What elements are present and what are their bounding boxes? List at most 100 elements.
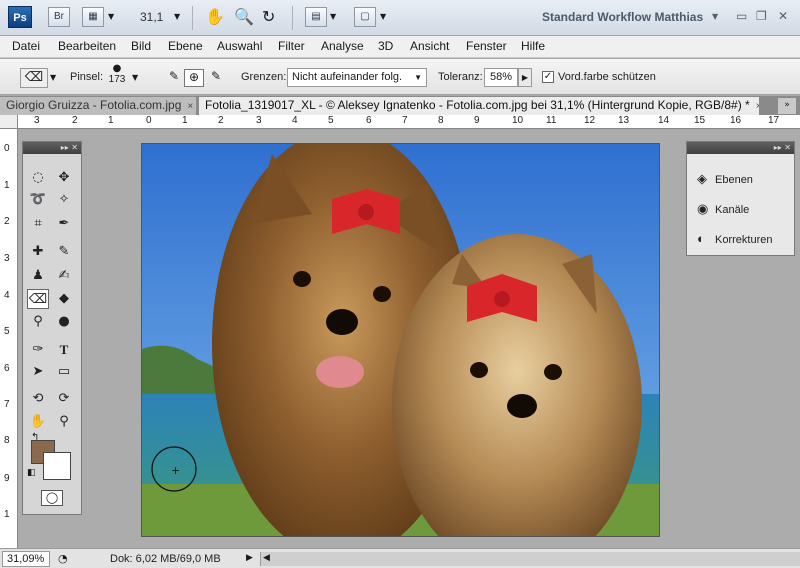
chevron-down-icon[interactable]: ▼	[132, 73, 138, 82]
restore-icon[interactable]: ❐	[756, 9, 767, 23]
ruler-tick-label: 10	[512, 115, 524, 126]
scroll-left-icon[interactable]: ◀	[263, 553, 270, 563]
menu-bild[interactable]: Bild	[131, 39, 151, 53]
menu-filter[interactable]: Filter	[278, 39, 305, 53]
tool-preset-picker[interactable]: ⌫	[20, 68, 48, 88]
menu-analyse[interactable]: Analyse	[321, 39, 364, 53]
crop-tool-icon[interactable]: ⌗	[27, 214, 49, 234]
tab-overflow-icon[interactable]: »	[778, 98, 796, 114]
horizontal-ruler[interactable]: 3 2 1 0 1 2 3 4 5 6 7 8 9 10 11 12 13 14 15 16 17	[18, 115, 800, 129]
ruler-tick-label: 14	[658, 115, 670, 126]
quick-mask-icon[interactable]: ◯	[41, 490, 63, 506]
status-icon[interactable]: ◔	[58, 552, 68, 565]
menu-ebene[interactable]: Ebene	[168, 39, 203, 53]
ruler-tick-label: 8	[4, 435, 10, 446]
bridge-button[interactable]: Br	[48, 7, 70, 27]
separator	[192, 6, 193, 30]
panel-item-channels[interactable]: ◉ Kanäle	[697, 199, 749, 219]
rotate-icon[interactable]: ↻	[262, 7, 275, 26]
switch-colors-icon[interactable]: ↰	[31, 432, 39, 443]
3d-rotate-tool-icon[interactable]: ⟲	[27, 389, 49, 409]
chevron-down-icon[interactable]: ▼	[380, 12, 386, 21]
menu-bearbeiten[interactable]: Bearbeiten	[58, 39, 116, 53]
type-tool-icon[interactable]: T	[53, 340, 75, 360]
panels-dock-header[interactable]: ▸▸ ✕	[687, 142, 794, 154]
chevron-down-icon[interactable]: ▼	[174, 12, 180, 21]
protect-foreground-checkbox[interactable]: ✓	[542, 71, 554, 83]
clone-stamp-tool-icon[interactable]: ♟	[27, 266, 49, 286]
film-icon[interactable]: ▦	[82, 7, 104, 27]
burn-tool-icon[interactable]: ●	[53, 312, 75, 332]
status-menu-arrow-icon[interactable]: ▶	[246, 553, 253, 563]
default-colors-icon[interactable]: ◧	[27, 468, 36, 478]
ruler-tick-label: 1	[4, 509, 10, 520]
panel-item-layers[interactable]: ◈ Ebenen	[697, 169, 753, 189]
hand-tool-icon[interactable]: ✋	[27, 412, 49, 432]
tolerance-label: Toleranz:	[438, 71, 483, 83]
close-icon[interactable]: ×	[187, 101, 193, 112]
menu-3d[interactable]: 3D	[378, 39, 393, 53]
workspace-switcher[interactable]: Standard Workflow Matthias	[542, 10, 703, 24]
healing-brush-tool-icon[interactable]: ✚	[27, 242, 49, 262]
menu-hilfe[interactable]: Hilfe	[521, 39, 545, 53]
hand-icon[interactable]: ✋	[205, 7, 225, 26]
arrange-icon[interactable]: ▤	[305, 7, 327, 27]
tolerance-slider-icon[interactable]: ▶	[518, 68, 532, 87]
menu-ansicht[interactable]: Ansicht	[410, 39, 449, 53]
close-icon[interactable]: ×	[756, 101, 759, 112]
zoom-icon[interactable]: 🔍	[234, 7, 254, 26]
magic-wand-tool-icon[interactable]: ✧	[53, 190, 75, 210]
menu-fenster[interactable]: Fenster	[466, 39, 507, 53]
zoom-level[interactable]: 31,1	[140, 10, 163, 24]
chevron-down-icon[interactable]: ▼	[108, 12, 114, 21]
menu-datei[interactable]: Datei	[12, 39, 40, 53]
minimize-icon[interactable]: ▭	[736, 9, 747, 23]
history-brush-tool-icon[interactable]: ✍	[53, 266, 75, 286]
menu-auswahl[interactable]: Auswahl	[217, 39, 262, 53]
sampling-once-icon[interactable]: ⊕	[184, 69, 204, 87]
ruler-tick-label: 11	[546, 115, 557, 126]
lasso-tool-icon[interactable]: ➰	[27, 190, 49, 210]
background-color-swatch[interactable]	[43, 452, 71, 480]
tab-label: Fotolia_1319017_XL - © Aleksey Ignatenko…	[205, 98, 750, 112]
sampling-continuous-icon[interactable]: ✎	[164, 69, 184, 87]
chevron-down-icon[interactable]: ▼	[330, 12, 336, 21]
panel-item-adjustments[interactable]: ◐ Korrekturen	[697, 229, 772, 249]
eyedropper-tool-icon[interactable]: ✒	[53, 214, 75, 234]
tolerance-input[interactable]: 58%	[484, 68, 518, 87]
document-canvas[interactable]: +	[141, 143, 660, 537]
ruler-tick-label: 7	[4, 399, 10, 410]
marquee-tool-icon[interactable]: ◌	[27, 168, 49, 188]
ruler-origin[interactable]	[0, 115, 18, 129]
paint-bucket-tool-icon[interactable]: ◆	[53, 289, 75, 309]
brush-tool-icon[interactable]: ✎	[53, 242, 75, 262]
screen-mode-icon[interactable]: ▢	[354, 7, 376, 27]
tab-label: Giorgio Gruizza - Fotolia.com.jpg	[6, 98, 182, 112]
ruler-tick-label: 15	[694, 115, 706, 126]
ruler-tick-label: 4	[4, 290, 10, 301]
tab-document-2[interactable]: Fotolia_1319017_XL - © Aleksey Ignatenko…	[199, 97, 759, 115]
status-bar: 31,09% ◔ Dok: 6,02 MB/69,0 MB ▶ ◀	[0, 548, 800, 568]
vertical-ruler[interactable]: 0 1 2 3 4 5 6 7 8 9 1	[0, 115, 18, 548]
tab-document-1[interactable]: Giorgio Gruizza - Fotolia.com.jpg ×	[0, 97, 196, 115]
brush-picker[interactable]: ● 173	[108, 64, 126, 90]
dodge-tool-icon[interactable]: ⚲	[27, 312, 49, 332]
shape-tool-icon[interactable]: ▭	[53, 362, 75, 382]
limits-select[interactable]: Nicht aufeinander folg. ▼	[287, 68, 427, 87]
path-selection-tool-icon[interactable]: ➤	[27, 362, 49, 382]
close-icon[interactable]: ✕	[778, 9, 788, 23]
background-eraser-tool-icon[interactable]: ⌫	[27, 289, 49, 309]
pen-tool-icon[interactable]: ✑	[27, 340, 49, 360]
ruler-tick-label: 4	[292, 115, 298, 126]
zoom-tool-icon[interactable]: ⚲	[53, 412, 75, 432]
chevron-down-icon[interactable]: ▼	[712, 12, 718, 21]
move-tool-icon[interactable]: ✥	[53, 168, 75, 188]
svg-text:+: +	[171, 464, 180, 477]
zoom-field[interactable]: 31,09%	[2, 551, 50, 567]
ruler-tick-label: 17	[768, 115, 780, 126]
chevron-down-icon[interactable]: ▼	[50, 73, 56, 82]
3d-orbit-tool-icon[interactable]: ⟳	[53, 389, 75, 409]
sampling-background-icon[interactable]: ✎	[206, 69, 226, 87]
tools-panel-header[interactable]: ▸▸ ✕	[23, 142, 81, 154]
horizontal-scrollbar[interactable]: ◀	[260, 552, 800, 566]
